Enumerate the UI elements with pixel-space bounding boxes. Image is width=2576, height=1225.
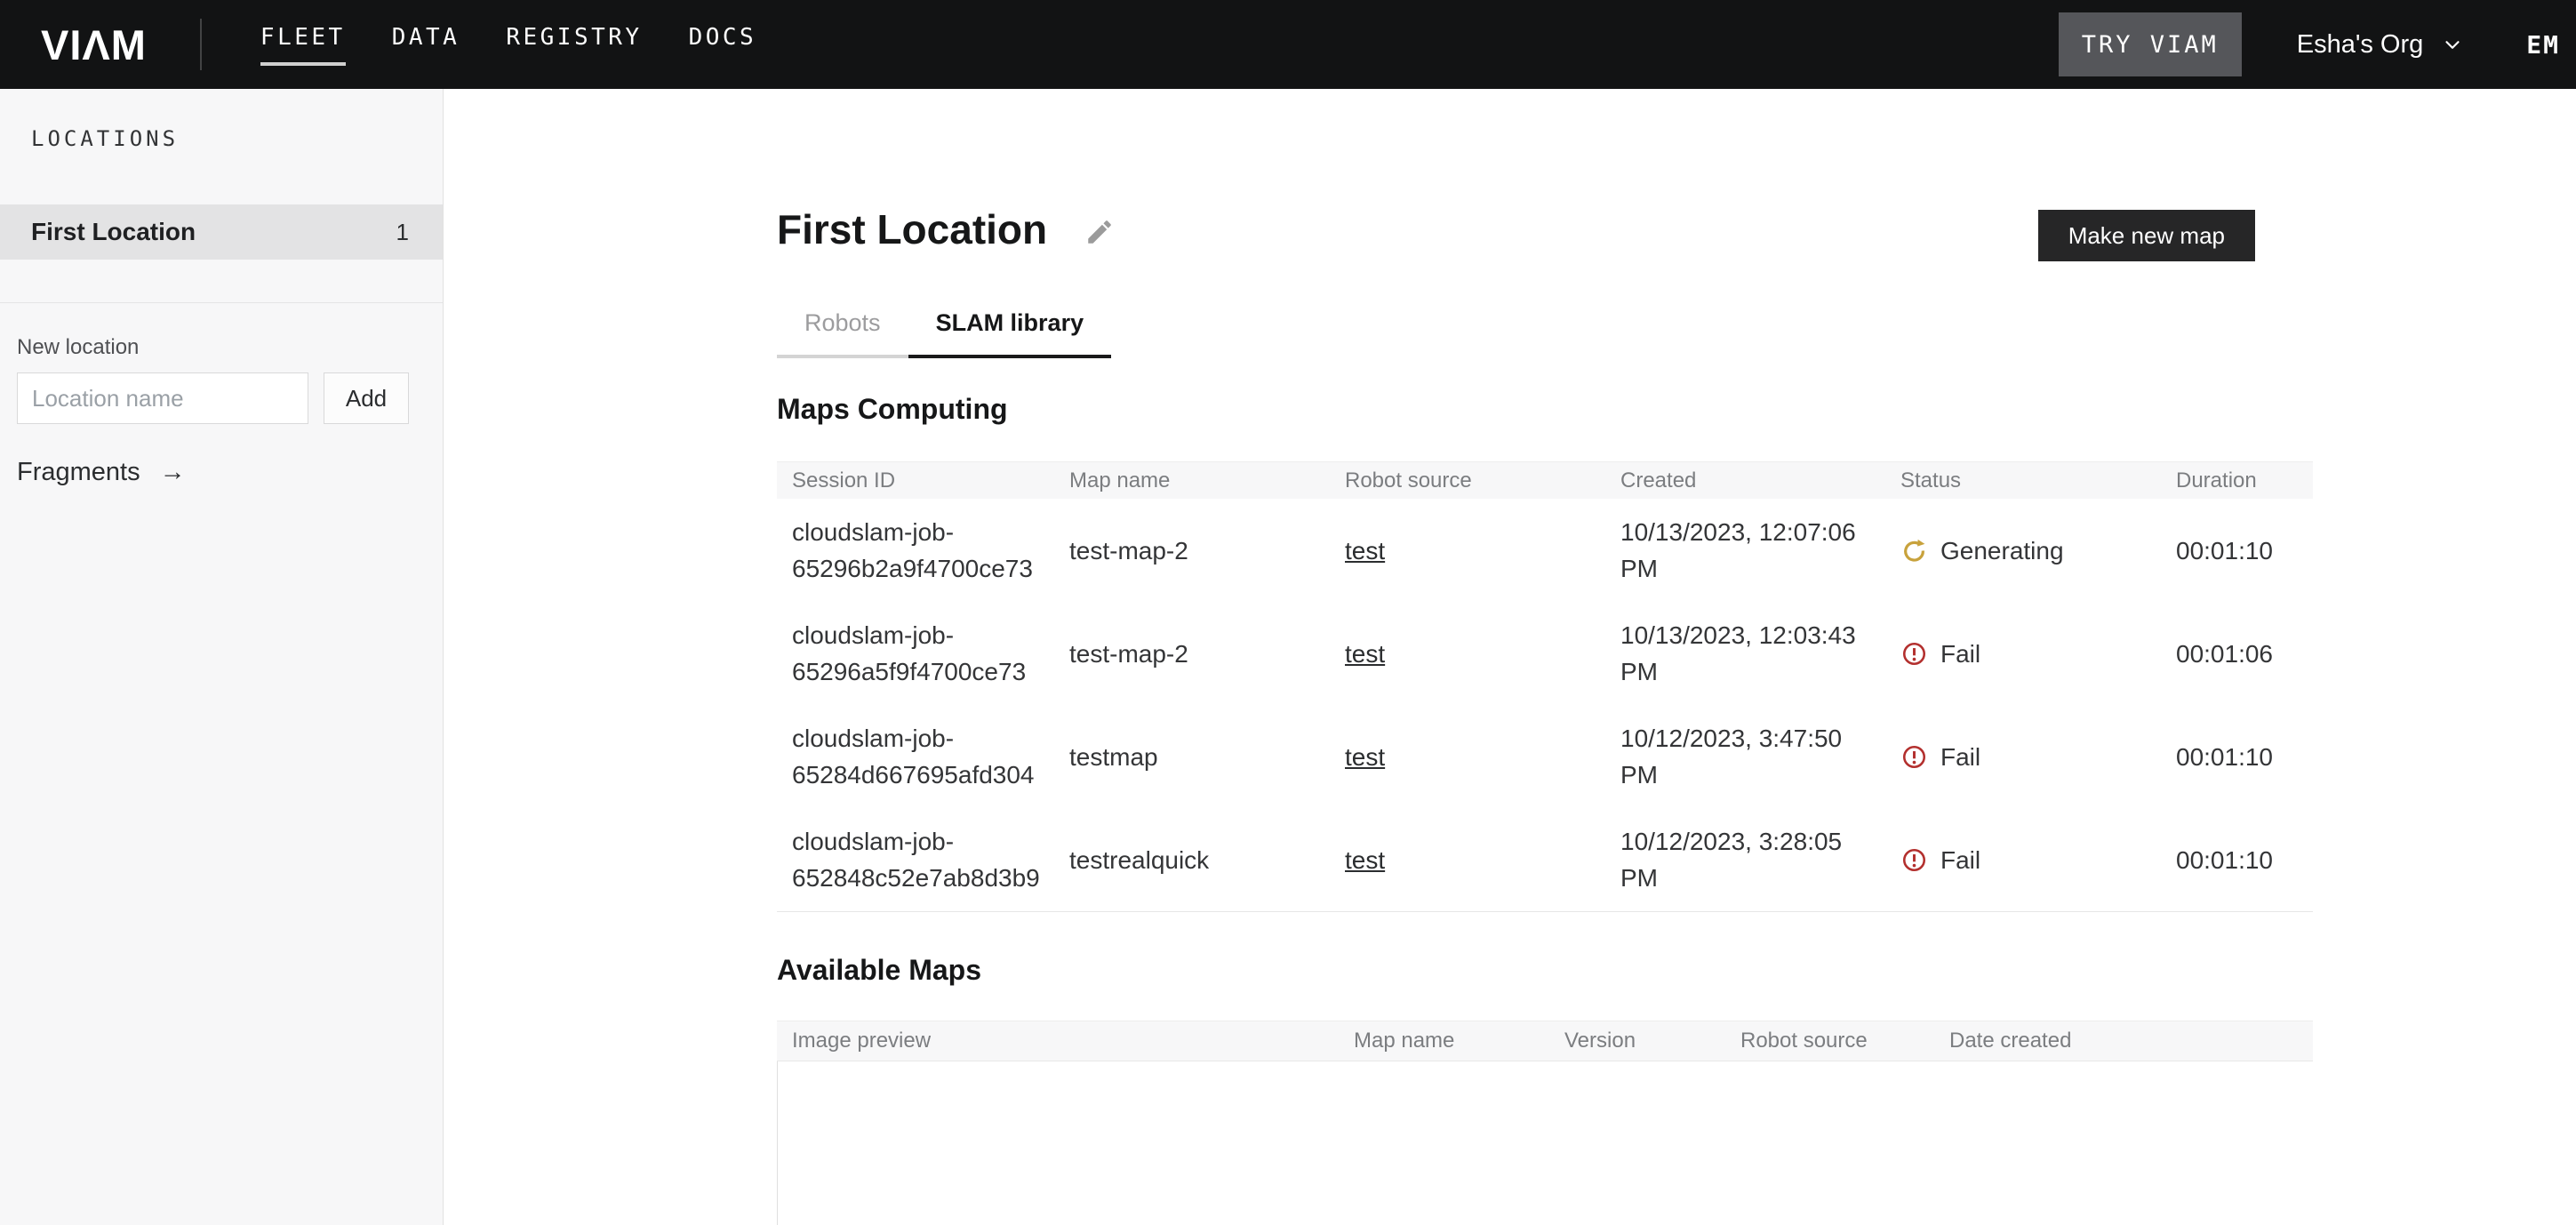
column-header-version: Version (1549, 1029, 1725, 1053)
main-content: First Location Make new map Robots SLAM … (444, 89, 2576, 1225)
session-id-cell: cloudslam-job-65296a5f9f4700ce73 (777, 617, 1054, 690)
robot-source-link[interactable]: test (1345, 640, 1385, 668)
status-cell: Generating (1885, 532, 2161, 569)
org-switcher[interactable]: Esha's Org (2297, 30, 2465, 60)
status-label: Fail (1940, 739, 1980, 775)
robot-source-link[interactable]: test (1345, 537, 1385, 564)
new-location-label: New location (17, 335, 443, 360)
status-label: Fail (1940, 842, 1980, 878)
maps-computing-table: Session ID Map name Robot source Created… (777, 461, 2313, 912)
column-header-created: Created (1605, 468, 1885, 493)
session-id-cell: cloudslam-job-652848c52e7ab8d3b9 (777, 823, 1054, 896)
tab-robots[interactable]: Robots (777, 309, 908, 358)
locations-sidebar: LOCATIONS First Location 1 New location … (0, 89, 444, 1225)
table-row[interactable]: cloudslam-job-65296a5f9f4700ce73 test-ma… (777, 602, 2313, 705)
status-cell: Fail (1885, 842, 2161, 878)
table-row[interactable]: cloudslam-job-652848c52e7ab8d3b9 testrea… (777, 808, 2313, 911)
table-row[interactable]: cloudslam-job-65284d667695afd304 testmap… (777, 705, 2313, 808)
column-header-map-name: Map name (1054, 468, 1330, 493)
nav-item-data[interactable]: DATA (392, 24, 460, 66)
session-id-cell: cloudslam-job-65284d667695afd304 (777, 720, 1054, 793)
generating-refresh-icon (1900, 537, 1928, 564)
map-name-cell: test-map-2 (1054, 636, 1330, 672)
created-cell: 10/13/2023, 12:07:06 PM (1605, 514, 1885, 587)
column-header-map-name: Map name (1339, 1029, 1549, 1053)
column-header-status: Status (1885, 468, 2161, 493)
duration-cell: 00:01:06 (2161, 636, 2313, 672)
fragments-link[interactable]: Fragments → (17, 458, 186, 487)
primary-nav: FLEET DATA REGISTRY DOCS (260, 24, 756, 66)
sidebar-divider (0, 302, 443, 303)
make-new-map-button[interactable]: Make new map (2038, 210, 2255, 261)
location-name-input[interactable] (17, 372, 308, 424)
fragments-label: Fragments (17, 458, 140, 487)
map-name-cell: testrealquick (1054, 842, 1330, 878)
arrow-right-icon: → (160, 458, 186, 487)
maps-computing-rows: cloudslam-job-65296b2a9f4700ce73 test-ma… (777, 499, 2313, 911)
status-cell: Fail (1885, 636, 2161, 672)
edit-pencil-icon[interactable] (1084, 217, 1115, 247)
column-header-duration: Duration (2161, 468, 2313, 493)
nav-item-fleet[interactable]: FLEET (260, 24, 346, 66)
created-cell: 10/13/2023, 12:03:43 PM (1605, 617, 1885, 690)
locations-section-label: LOCATIONS (31, 126, 443, 151)
fail-alert-icon (1900, 743, 1928, 771)
maps-computing-header-row: Session ID Map name Robot source Created… (777, 461, 2313, 499)
topbar-right-group: TRY VIAM Esha's Org EM (2059, 12, 2576, 76)
column-header-date-created: Date created (1934, 1029, 2313, 1053)
org-name: Esha's Org (2297, 30, 2424, 60)
robot-source-link[interactable]: test (1345, 846, 1385, 874)
duration-cell: 00:01:10 (2161, 739, 2313, 775)
nav-item-docs[interactable]: DOCS (689, 24, 757, 66)
status-label: Generating (1940, 532, 2064, 569)
table-row[interactable]: cloudslam-job-65296b2a9f4700ce73 test-ma… (777, 499, 2313, 602)
column-header-session-id: Session ID (777, 468, 1054, 493)
topbar-divider (200, 19, 202, 70)
location-tabs: Robots SLAM library (777, 309, 1111, 358)
column-header-robot-source: Robot source (1725, 1029, 1934, 1053)
top-navigation-bar: VIΛM FLEET DATA REGISTRY DOCS TRY VIAM E… (0, 0, 2576, 89)
chevron-down-icon (2441, 33, 2464, 56)
add-location-button[interactable]: Add (324, 372, 409, 424)
session-id-cell: cloudslam-job-65296b2a9f4700ce73 (777, 514, 1054, 587)
location-name: First Location (31, 218, 196, 246)
available-maps-empty-body (777, 1061, 2313, 1225)
column-header-image-preview: Image preview (777, 1029, 1339, 1053)
maps-computing-heading: Maps Computing (777, 392, 2576, 426)
location-robot-count: 1 (396, 219, 409, 246)
robot-source-link[interactable]: test (1345, 743, 1385, 771)
created-cell: 10/12/2023, 3:47:50 PM (1605, 720, 1885, 793)
fail-alert-icon (1900, 640, 1928, 668)
available-maps-heading: Available Maps (777, 953, 2576, 987)
available-maps-header-row: Image preview Map name Version Robot sou… (777, 1021, 2313, 1061)
user-avatar-initials[interactable]: EM (2526, 30, 2560, 60)
map-name-cell: testmap (1054, 739, 1330, 775)
duration-cell: 00:01:10 (2161, 842, 2313, 878)
fail-alert-icon (1900, 846, 1928, 874)
nav-item-registry[interactable]: REGISTRY (506, 24, 642, 66)
try-viam-button[interactable]: TRY VIAM (2059, 12, 2242, 76)
map-name-cell: test-map-2 (1054, 532, 1330, 569)
created-cell: 10/12/2023, 3:28:05 PM (1605, 823, 1885, 896)
status-cell: Fail (1885, 739, 2161, 775)
page-title: First Location (777, 204, 1047, 254)
available-maps-table: Image preview Map name Version Robot sou… (777, 1021, 2313, 1225)
status-label: Fail (1940, 636, 1980, 672)
sidebar-item-first-location[interactable]: First Location 1 (0, 204, 443, 260)
column-header-robot-source: Robot source (1330, 468, 1605, 493)
duration-cell: 00:01:10 (2161, 532, 2313, 569)
tab-slam-library[interactable]: SLAM library (908, 309, 1112, 358)
viam-logo[interactable]: VIΛM (41, 20, 147, 69)
